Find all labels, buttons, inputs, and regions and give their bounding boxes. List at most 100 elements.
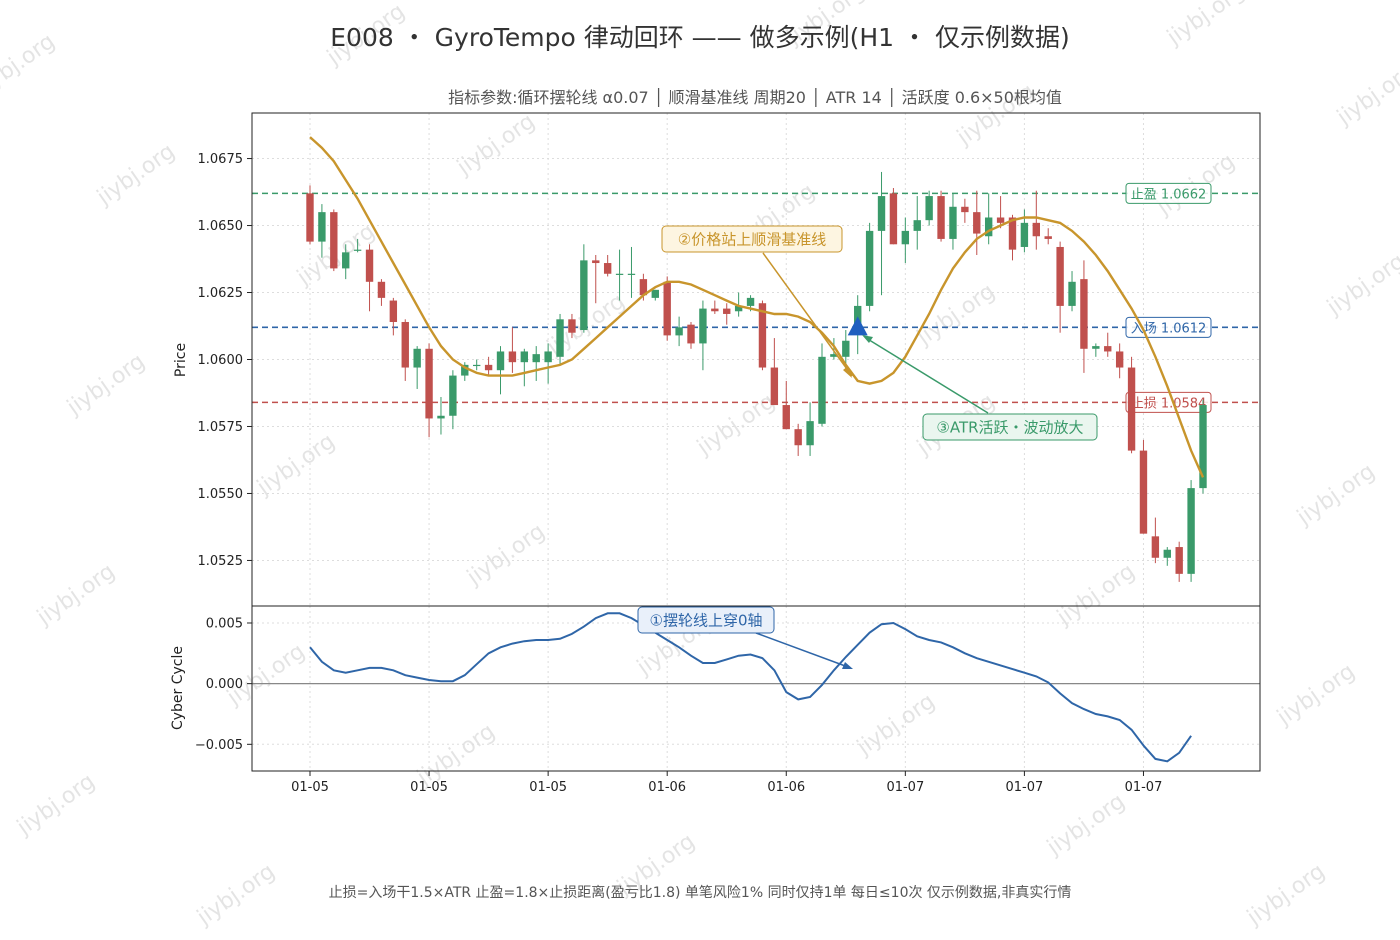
take_profit-label: 止盈 1.0662 xyxy=(1131,187,1207,202)
candle-body xyxy=(901,230,910,245)
x-tick-label: 01-05 xyxy=(529,780,567,795)
watermark-text: jiybj.org xyxy=(252,429,340,501)
candle-body xyxy=(865,230,874,306)
candle-body xyxy=(532,354,540,363)
annotation-cycle-cross: ①摆轮线上穿0轴 xyxy=(650,612,763,630)
candle-body xyxy=(973,212,981,234)
watermark-text: jiybj.org xyxy=(92,139,180,211)
price-panel: 1.0525 1.0550 1.0575 1.0600 1.0625 1.0650 1.06… xyxy=(173,112,1261,607)
candle-body xyxy=(687,324,695,344)
annotation-arrowhead xyxy=(842,662,853,669)
price-y-tick-label: 1.0550 xyxy=(198,487,244,502)
candle-body xyxy=(377,281,386,298)
watermark-text: jiybj.org xyxy=(32,559,120,631)
candle-body xyxy=(437,415,445,419)
watermark-text: jiybj.org xyxy=(1052,559,1140,631)
candle-body xyxy=(937,196,945,239)
watermark-text: jiybj.org xyxy=(462,519,550,591)
candle-body xyxy=(1020,222,1029,247)
watermark-text: jiybj.org xyxy=(1272,659,1360,731)
candle-body xyxy=(1139,450,1148,534)
candle-body xyxy=(413,348,421,368)
chart-subtitle: 指标参数:循环摆轮线 α0.07 │ 顺滑基准线 周期20 │ ATR 14 │… xyxy=(448,88,1062,107)
watermark-text: jiybj.org xyxy=(1292,459,1380,531)
cycle-y-tick-label: 0.000 xyxy=(206,677,243,692)
candle-body xyxy=(615,273,624,275)
x-tick-label: 01-05 xyxy=(410,780,448,795)
x-tick-label: 01-07 xyxy=(886,780,924,795)
candle-body xyxy=(425,348,433,419)
candle-body xyxy=(1151,536,1160,558)
candle-body xyxy=(699,308,707,344)
candle-body xyxy=(711,308,719,312)
price-y-tick-label: 1.0650 xyxy=(198,219,244,234)
candle-body xyxy=(889,193,898,245)
candle-body xyxy=(949,206,957,239)
candle-body xyxy=(401,321,409,368)
annotation-arrow xyxy=(755,632,849,668)
candle-body xyxy=(925,196,933,221)
candle-body xyxy=(1104,346,1112,352)
candle-body xyxy=(913,220,921,231)
candle-body xyxy=(1092,346,1100,349)
watermark-text: jiybj.org xyxy=(12,769,100,841)
price-y-tick-label: 1.0675 xyxy=(198,152,244,167)
candle-body xyxy=(723,308,731,314)
price-y-tick-label: 1.0600 xyxy=(198,353,244,368)
watermark-layer: jiybj.org jiybj.org jiybj.org jiybj.org jiyb… xyxy=(0,0,1400,931)
x-tick-label: 01-06 xyxy=(648,780,686,795)
candle-body xyxy=(496,351,505,371)
candle-body xyxy=(580,260,588,331)
candle-body xyxy=(877,196,886,231)
candle-body xyxy=(318,212,326,242)
x-tick-label: 01-05 xyxy=(291,780,329,795)
candle-body xyxy=(592,260,600,264)
x-tick-label: 01-06 xyxy=(767,780,805,795)
cycle-y-tick-label: 0.005 xyxy=(206,616,243,631)
stop_loss-label: 止损 1.0584 xyxy=(1131,396,1207,411)
watermark-text: jiybj.org xyxy=(852,689,940,761)
candle-body xyxy=(1068,281,1076,306)
cyber-cycle-line xyxy=(309,612,1192,763)
candle-body xyxy=(1032,222,1040,237)
watermark-text: jiybj.org xyxy=(692,389,780,461)
price-y-tick-label: 1.0525 xyxy=(198,554,244,569)
x-tick-label: 01-07 xyxy=(1006,780,1044,795)
candle-body xyxy=(1127,367,1136,451)
candle-body xyxy=(484,364,493,371)
candle-body xyxy=(996,217,1005,223)
watermark-text: jiybj.org xyxy=(222,639,310,711)
candle-body xyxy=(1187,488,1195,574)
price-y-tick-label: 1.0575 xyxy=(198,420,244,435)
candle-body xyxy=(782,405,790,430)
candle-body xyxy=(1115,351,1124,368)
candle-body xyxy=(389,300,398,322)
candle-body xyxy=(1056,246,1064,306)
candle-body xyxy=(770,367,779,406)
annotation-atr-active: ③ATR活跃・波动放大 xyxy=(936,419,1083,437)
candle-body xyxy=(520,351,529,363)
candle-body xyxy=(330,212,338,269)
candle-body xyxy=(806,421,814,446)
candle-body xyxy=(961,206,969,213)
candle-body xyxy=(651,289,659,298)
watermark-text: jiybj.org xyxy=(62,349,150,421)
price-y-tick-label: 1.0625 xyxy=(198,286,244,301)
candle-body xyxy=(1044,236,1052,239)
watermark-text: jiybj.org xyxy=(1322,249,1400,321)
candle-body xyxy=(353,249,362,251)
chart-title: E008 ・ GyroTempo 律动回环 —— 做多示例(H1 ・ 仅示例数据… xyxy=(330,23,1070,52)
candle-body xyxy=(1175,547,1183,574)
watermark-text: jiybj.org xyxy=(452,109,540,181)
annotation-baseline-cross: ②价格站上顺滑基准线 xyxy=(678,231,826,249)
candle-body xyxy=(342,252,350,269)
candle-body xyxy=(627,273,636,275)
candle-body xyxy=(306,193,314,242)
chart-canvas: jiybj.org jiybj.org jiybj.org jiybj.org jiyb… xyxy=(0,0,1400,931)
candle-body xyxy=(568,319,576,333)
watermark-text: jiybj.org xyxy=(912,279,1000,351)
candle-body xyxy=(675,327,683,336)
candle-body xyxy=(365,249,374,282)
candle-body xyxy=(556,319,564,357)
candle-body xyxy=(794,429,802,446)
